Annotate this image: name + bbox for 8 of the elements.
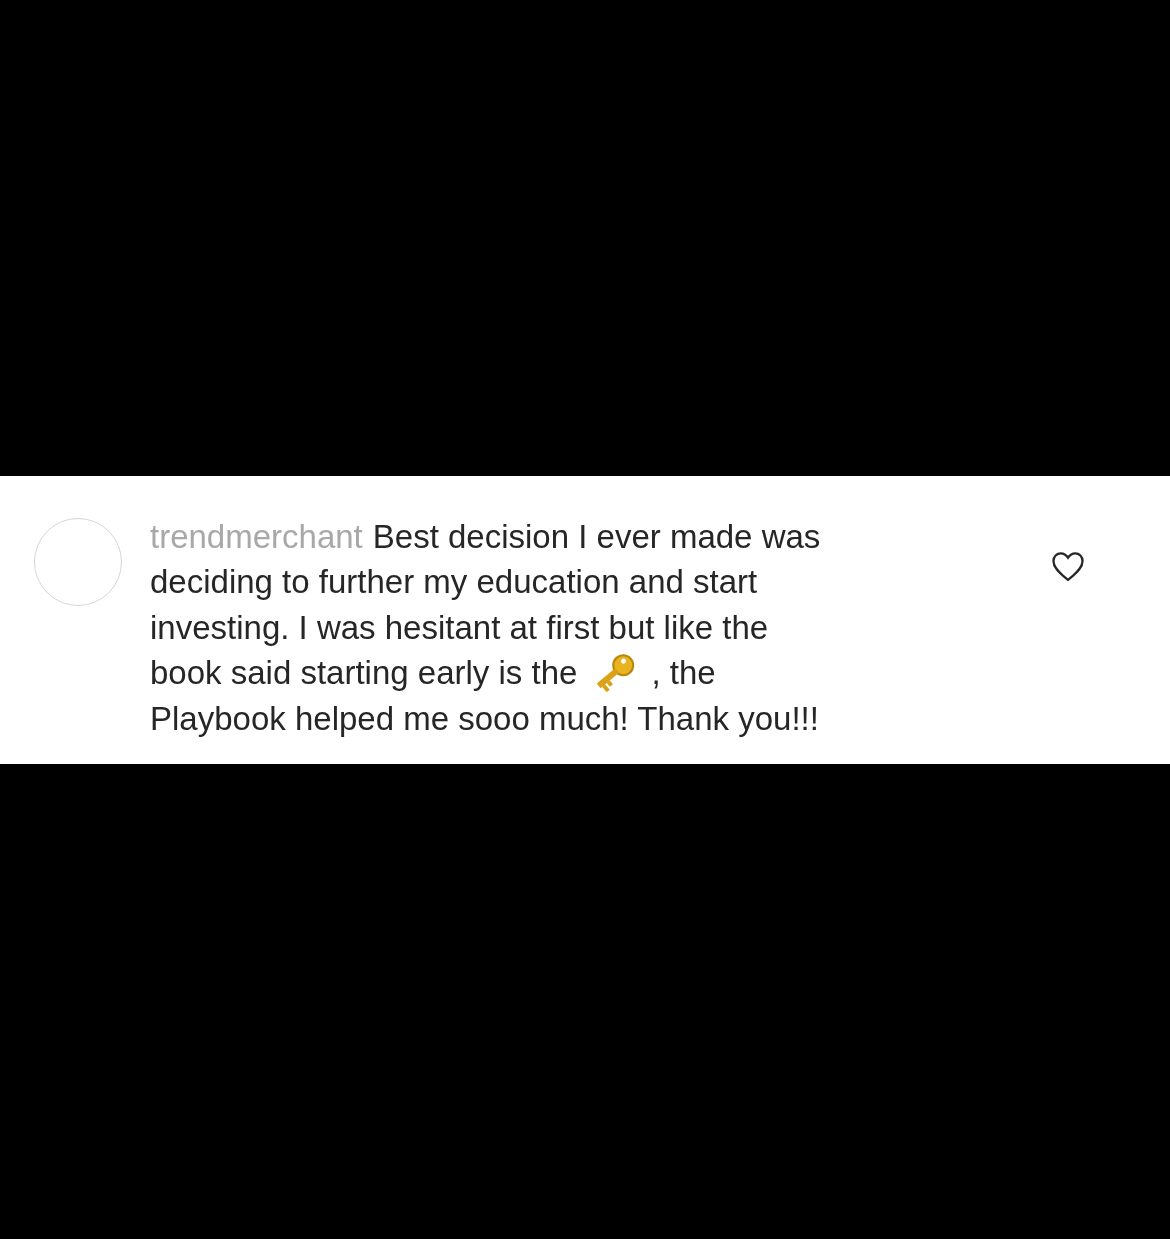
heart-icon[interactable] xyxy=(1050,549,1086,582)
comment-text: , the xyxy=(651,653,716,693)
comment-text: deciding to further my education and start xyxy=(150,562,758,602)
comment-text: Best decision I ever made was xyxy=(372,516,821,557)
comment-text: Playbook helped me sooo much! Thank you!!! xyxy=(150,698,819,739)
username[interactable]: trendmerchant xyxy=(150,513,363,559)
comment-text: investing. I was hesitant at first but like the xyxy=(150,607,769,648)
comment-text: book said starting early is the xyxy=(150,653,578,693)
